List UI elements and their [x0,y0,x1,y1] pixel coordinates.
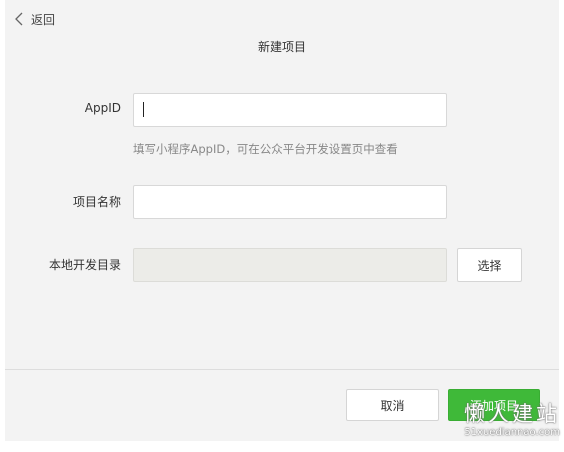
local-dir-label: 本地开发目录 [48,258,121,272]
appid-label: AppID [84,101,121,115]
new-project-window: 返回 新建项目 AppID 填写小程序AppID，可在公众平台开发设置页中查看 … [5,0,559,441]
chevron-left-icon [13,10,27,28]
appid-input[interactable] [133,93,447,127]
appid-hint: 填写小程序AppID，可在公众平台开发设置页中查看 [133,142,398,156]
project-name-input[interactable] [133,185,447,219]
text-caret [143,102,144,117]
add-project-button[interactable]: 添加项目 [448,389,540,421]
project-name-label: 项目名称 [72,195,121,209]
choose-directory-button[interactable]: 选择 [457,248,522,282]
cancel-button[interactable]: 取消 [346,389,439,421]
back-button[interactable]: 返回 [13,10,55,28]
local-dir-input [133,248,447,282]
footer-divider [5,369,559,370]
page-title: 新建项目 [257,40,306,54]
back-label: 返回 [31,12,56,27]
